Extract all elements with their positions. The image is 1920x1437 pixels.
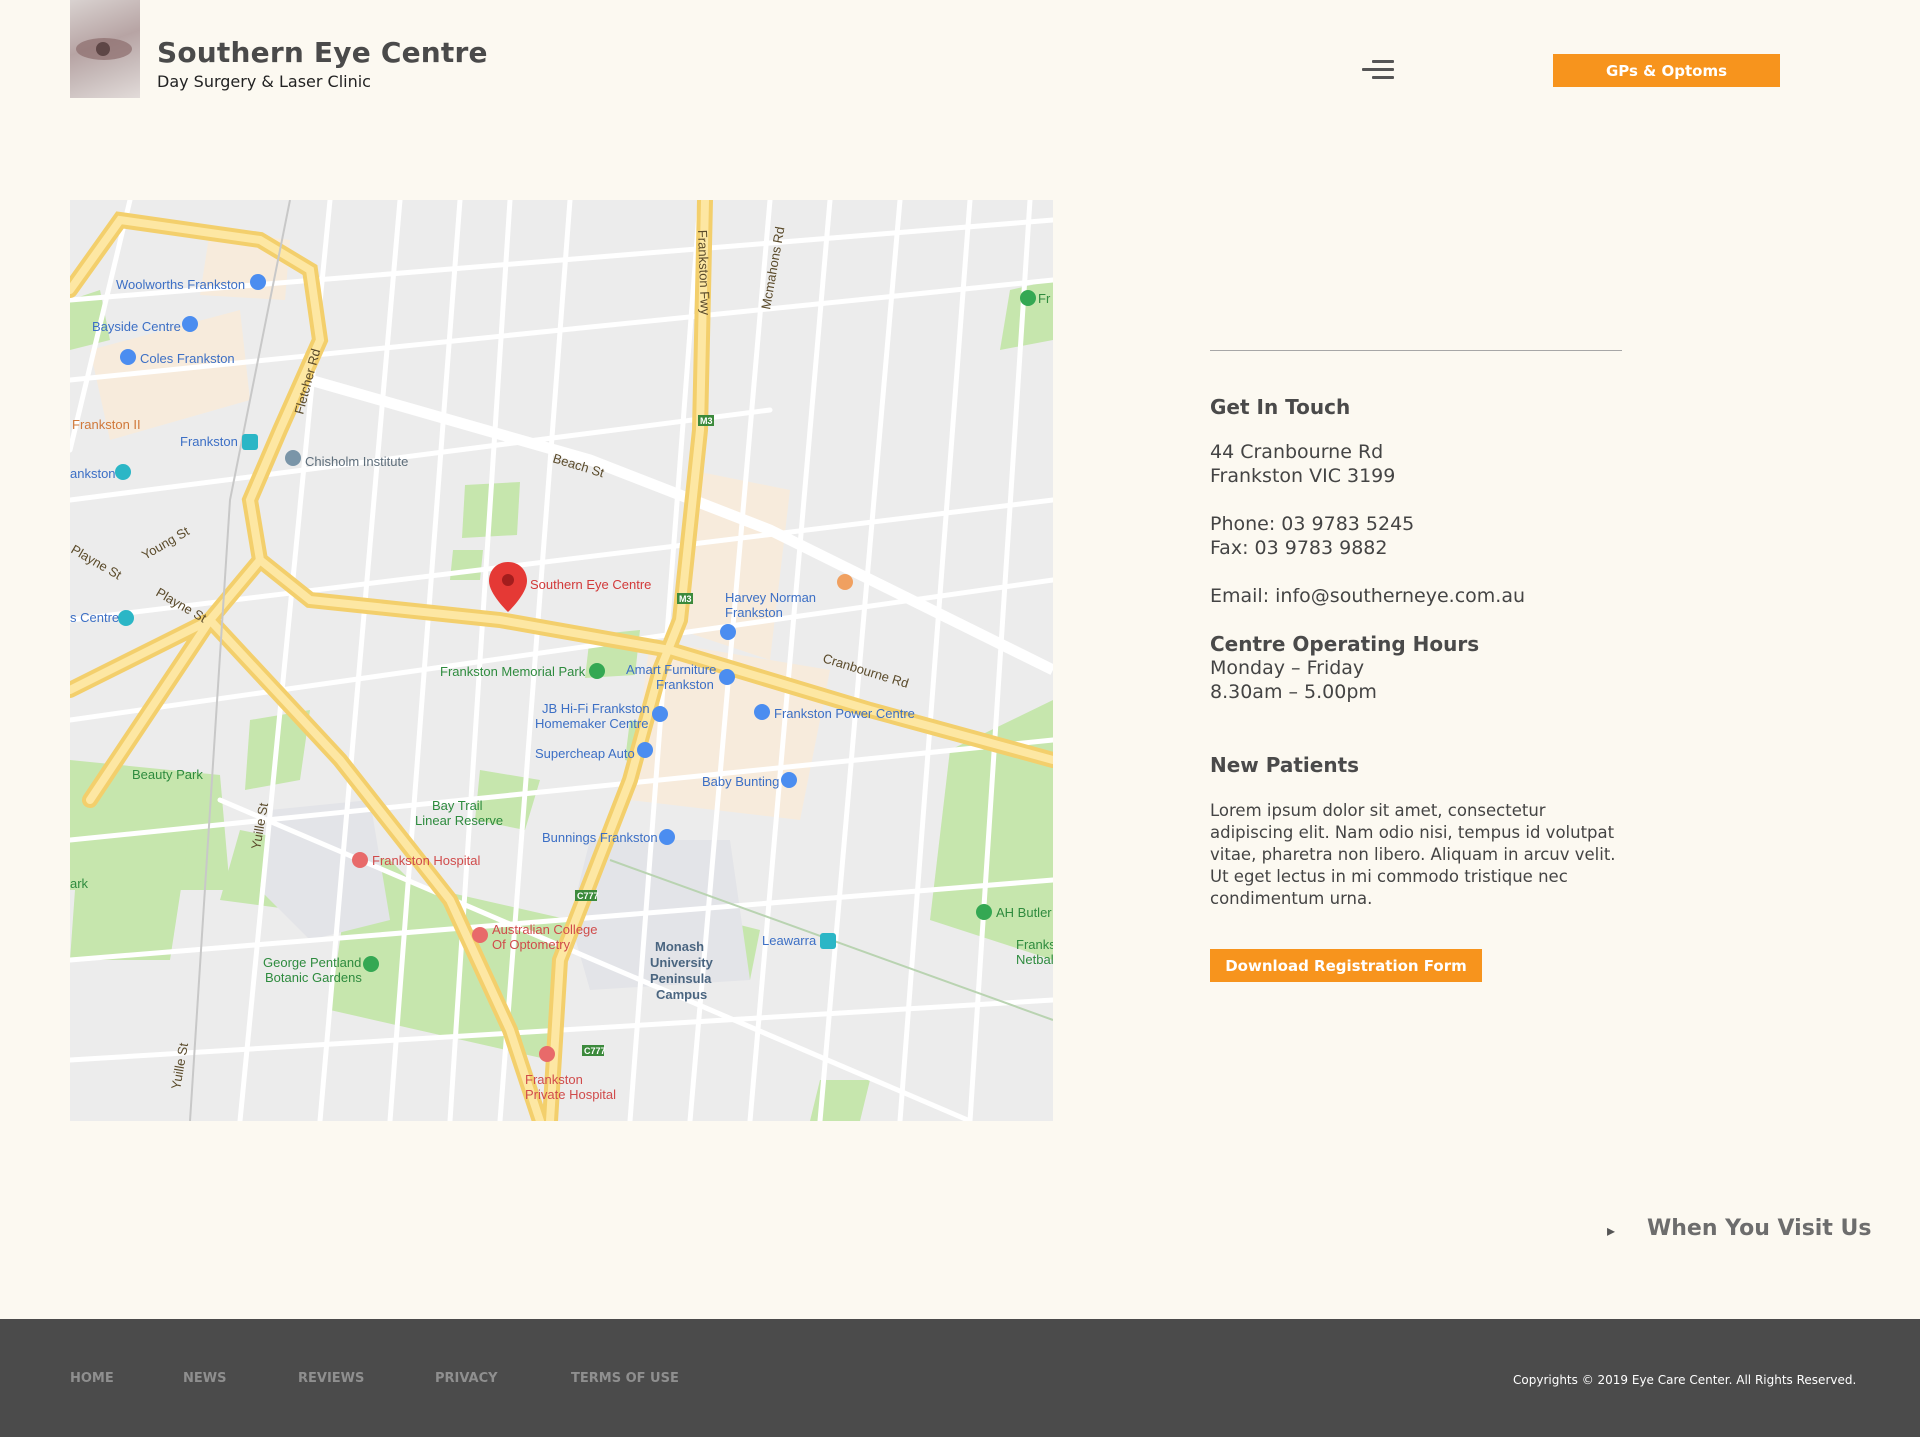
map-label-harvey-1: Harvey Norman	[725, 590, 816, 605]
road-label-frankston-fwy: Frankston Fwy	[695, 230, 713, 316]
map-label-jbhifi-2: Homemaker Centre	[535, 716, 648, 731]
footer: HOME NEWS REVIEWS PRIVACY TERMS OF USE C…	[0, 1319, 1920, 1437]
map-label-monash-4: Campus	[656, 987, 707, 1002]
new-patients-text: Lorem ipsum dolor sit amet, consectetur …	[1210, 801, 1616, 908]
map-label-botanic-2: Botanic Gardens	[265, 970, 362, 985]
map-label-s-centre: s Centre	[70, 610, 119, 625]
footer-link-home[interactable]: HOME	[70, 1371, 114, 1386]
section-divider	[1210, 350, 1622, 351]
map-label-supercheap: Supercheap Auto	[535, 746, 635, 761]
map-label-bunnings: Bunnings Frankston	[542, 830, 658, 845]
svg-text:M3: M3	[700, 416, 713, 426]
footer-link-privacy[interactable]: PRIVACY	[435, 1371, 498, 1386]
brand-subtitle: Day Surgery & Laser Clinic	[157, 72, 371, 91]
map-label-private-1: Frankston	[525, 1072, 583, 1087]
svg-text:M3: M3	[679, 594, 692, 604]
map-label-baby-bunting: Baby Bunting	[702, 774, 779, 789]
map-label-coles: Coles Frankston	[140, 351, 235, 366]
hours-times: 8.30am – 5.00pm	[1210, 681, 1377, 703]
map-label-fr: Fr	[1038, 291, 1051, 306]
hours-days: Monday – Friday	[1210, 657, 1365, 679]
map-label-beauty-park: Beauty Park	[132, 767, 203, 782]
map-label-bay-trail-2: Linear Reserve	[415, 813, 503, 828]
map-label-chisholm: Chisholm Institute	[305, 454, 408, 469]
map-label-monash-3: Peninsula	[650, 971, 712, 986]
svg-text:C777: C777	[584, 1046, 606, 1056]
map-label-botanic-1: George Pentland	[263, 955, 361, 970]
map-label-ah-butler: AH Butler	[996, 905, 1052, 920]
map-label-netba: Netbal	[1016, 952, 1053, 967]
logo-image[interactable]	[70, 0, 140, 98]
copyright-text: Copyrights © 2019 Eye Care Center. All R…	[1513, 1373, 1857, 1387]
download-registration-button[interactable]: Download Registration Form	[1210, 949, 1482, 982]
email-address[interactable]: Email: info@southerneye.com.au	[1210, 585, 1525, 607]
address-line-1: 44 Cranbourne Rd	[1210, 441, 1384, 463]
map-label-woolworths: Woolworths Frankston	[116, 277, 245, 292]
fax-number: Fax: 03 9783 9882	[1210, 537, 1388, 559]
map-label-ankston: ankston	[70, 466, 116, 481]
map-label-hospital: Frankston Hospital	[372, 853, 480, 868]
map-label-private-2: Private Hospital	[525, 1087, 616, 1102]
brand-title[interactable]: Southern Eye Centre	[157, 36, 488, 69]
phone-number[interactable]: Phone: 03 9783 5245	[1210, 513, 1414, 535]
location-map[interactable]: Fletcher Rd Beach St Cranbourne Rd Frank…	[70, 200, 1053, 1121]
svg-text:C777: C777	[577, 891, 599, 901]
get-in-touch-heading: Get In Touch	[1210, 395, 1351, 419]
hamburger-menu-icon[interactable]	[1362, 60, 1394, 82]
map-label-ark: ark	[70, 876, 89, 891]
map-label-power-centre: Frankston Power Centre	[774, 706, 915, 721]
map-label-amart-2: Frankston	[656, 677, 714, 692]
map-label-franks: Franks	[1016, 937, 1053, 952]
footer-link-terms[interactable]: TERMS OF USE	[571, 1371, 679, 1386]
map-label-leawarra: Leawarra	[762, 933, 817, 948]
footer-link-news[interactable]: NEWS	[183, 1371, 226, 1386]
gps-optoms-button[interactable]: GPs & Optoms	[1553, 54, 1780, 87]
when-you-visit-link[interactable]: When You Visit Us	[1647, 1216, 1871, 1241]
new-patients-heading: New Patients	[1210, 753, 1360, 777]
map-label-jbhifi-1: JB Hi-Fi Frankston	[542, 701, 650, 716]
eye-pupil	[96, 42, 110, 56]
play-arrow-icon[interactable]: ▸	[1607, 1221, 1615, 1240]
map-pin-label: Southern Eye Centre	[530, 577, 651, 592]
operating-hours-heading: Centre Operating Hours	[1210, 632, 1480, 656]
map-label-monash-2: University	[650, 955, 714, 970]
map-label-monash-1: Monash	[655, 939, 704, 954]
map-label-amart-1: Amart Furniture	[626, 662, 716, 677]
map-label-frankston-station: Frankston	[180, 434, 238, 449]
map-label-frankston-ii: Frankston II	[72, 417, 141, 432]
map-label-harvey-2: Frankston	[725, 605, 783, 620]
map-label-acoo-2: Of Optometry	[492, 937, 571, 952]
map-label-bayside: Bayside Centre	[92, 319, 181, 334]
footer-link-reviews[interactable]: REVIEWS	[298, 1371, 364, 1386]
map-label-bay-trail-1: Bay Trail	[432, 798, 483, 813]
map-label-acoo-1: Australian College	[492, 922, 598, 937]
address-line-2: Frankston VIC 3199	[1210, 465, 1396, 487]
map-label-memorial: Frankston Memorial Park	[440, 664, 586, 679]
